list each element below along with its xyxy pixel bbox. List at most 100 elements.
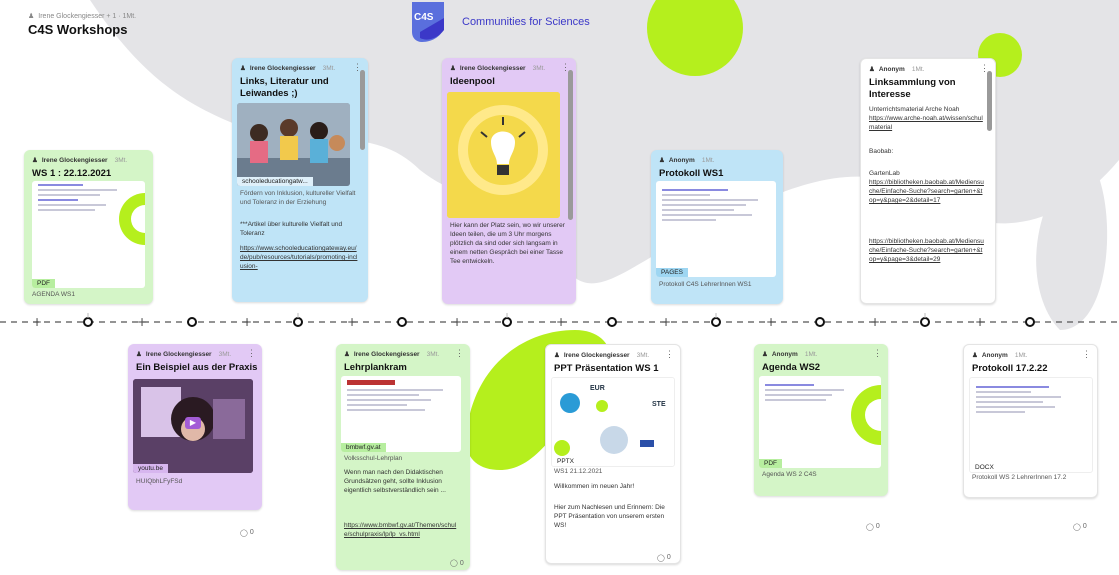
user-icon: ♟ bbox=[240, 65, 246, 72]
post-link[interactable]: https://www.bmbwf.gv.at/Themen/schule/sc… bbox=[344, 521, 460, 539]
post-author: ♟ Irene Glockengiesser 3Mt. bbox=[450, 64, 546, 73]
post-lehrplankram[interactable]: ♟ Irene Glockengiesser 3Mt. ⋮ Lehrplankram… bbox=[336, 344, 470, 570]
post-author: ♟ Irene Glockengiesser 3Mt. bbox=[554, 351, 650, 360]
pdf-preview[interactable]: PDF bbox=[32, 181, 145, 288]
post-text: Hier kann der Platz sein, wo wir unserer… bbox=[450, 222, 565, 265]
post-ppt[interactable]: ♟ Irene Glockengiesser 3Mt. ⋮ PPT Präsenta… bbox=[545, 344, 681, 564]
post-text: Willkommen im neuen Jahr! bbox=[554, 483, 635, 490]
scrollbar[interactable] bbox=[568, 70, 573, 220]
board-title: C4S Workshops bbox=[28, 22, 128, 37]
post-author: ♟ Irene Glockengiesser 3Mt. bbox=[32, 156, 128, 165]
more-menu-icon[interactable]: ⋮ bbox=[247, 348, 256, 359]
post-title: Lehrplankram bbox=[344, 362, 407, 373]
post-title: Ideenpool bbox=[450, 76, 495, 87]
logo: C4S Communities for Sciences bbox=[410, 2, 590, 42]
comment-icon: ◯ bbox=[240, 529, 248, 537]
post-text: Baobab: bbox=[869, 148, 894, 155]
post-author: ♟ Irene Glockengiesser 3Mt. bbox=[136, 350, 232, 359]
post-beispiel[interactable]: ♟ Irene Glockengiesser 3Mt. ⋮ Ein Beispiel… bbox=[128, 344, 262, 510]
post-link[interactable]: https://bibliotheken.baobab.at/Mediensuc… bbox=[869, 237, 985, 282]
board-meta: ♟ Irene Glockengiesser + 1 · 1Mt. bbox=[28, 12, 137, 21]
post-protokoll-1722[interactable]: ♟ Anonym 1Mt. ⋮ Protokoll 17.2.22 DOCX Pro… bbox=[963, 344, 1098, 498]
post-link[interactable]: https://www.schooleducationgateway.eu/de… bbox=[240, 244, 358, 284]
file-type-badge: PDF bbox=[32, 279, 55, 288]
post-text: Wenn man nach den Didaktischen Grundsätz… bbox=[344, 469, 446, 494]
file-type-badge: PDF bbox=[759, 459, 782, 468]
comment-icon: ◯ bbox=[866, 523, 874, 531]
user-icon: ♟ bbox=[869, 66, 875, 73]
play-icon[interactable]: ▶ bbox=[185, 417, 201, 429]
user-icon: ♟ bbox=[28, 13, 35, 20]
post-title: Agenda WS2 bbox=[762, 362, 821, 373]
post-title: Protokoll 17.2.22 bbox=[972, 363, 1048, 374]
post-caption: Protokoll WS 2 LehrerInnen 17.2 bbox=[972, 474, 1067, 481]
svg-text:EUR: EUR bbox=[590, 385, 605, 392]
user-icon: ♟ bbox=[136, 351, 142, 358]
lightbulb-image[interactable] bbox=[447, 92, 560, 218]
more-menu-icon[interactable]: ⋮ bbox=[455, 348, 464, 359]
post-caption: HUIQbhLFyFSd bbox=[136, 478, 183, 485]
comment-icon: ◯ bbox=[657, 554, 665, 562]
svg-text:+: + bbox=[32, 315, 42, 329]
post-author: ♟ Anonym 1Mt. bbox=[869, 65, 925, 74]
pdf-preview[interactable]: PDF bbox=[759, 376, 881, 468]
post-ideenpool[interactable]: ♟ Irene Glockengiesser 3Mt. ⋮ Ideenpool Hi… bbox=[442, 58, 576, 304]
post-title: PPT Präsentation WS 1 bbox=[554, 363, 659, 374]
post-protokoll-ws1[interactable]: ♟ Anonym 1Mt. Protokoll WS1 PAGES Protokol… bbox=[651, 150, 783, 304]
post-ws1[interactable]: ♟ Irene Glockengiesser 3Mt. WS 1 : 22.12.2… bbox=[24, 150, 153, 304]
link-domain-badge: bmbwf.gv.at bbox=[341, 443, 386, 452]
post-title: Links, Literatur und Leiwandes ;) bbox=[240, 76, 329, 99]
more-menu-icon[interactable]: ⋮ bbox=[665, 349, 674, 360]
post-author: ♟ Irene Glockengiesser 3Mt. bbox=[240, 64, 336, 73]
video-preview[interactable]: ▶ youtu.be bbox=[133, 379, 253, 473]
post-text: GartenLab bbox=[869, 170, 900, 177]
file-type-badge: PAGES bbox=[656, 268, 688, 277]
comment-icon: ◯ bbox=[1073, 523, 1081, 531]
website-preview[interactable]: bmbwf.gv.at bbox=[341, 376, 461, 452]
document-preview[interactable]: PAGES bbox=[656, 181, 776, 277]
document-preview[interactable]: DOCX bbox=[969, 377, 1093, 473]
scrollbar[interactable] bbox=[987, 71, 992, 131]
post-caption: Agenda WS 2 C4S bbox=[762, 471, 817, 478]
comment-button[interactable]: ◯0 bbox=[1073, 483, 1109, 570]
post-author: ♟ Anonym 1Mt. bbox=[659, 156, 715, 165]
link-preview-image[interactable]: schooleducationgatw... bbox=[237, 103, 350, 186]
post-link[interactable]: https://bibliotheken.baobab.at/Mediensuc… bbox=[869, 178, 985, 205]
user-icon: ♟ bbox=[972, 352, 978, 359]
post-title: Ein Beispiel aus der Praxis bbox=[136, 362, 258, 373]
more-menu-icon[interactable]: ⋮ bbox=[873, 348, 882, 359]
post-title: Linksammlung von Interesse bbox=[869, 77, 956, 100]
post-caption: Protokoll C4S LehrerInnen WS1 bbox=[659, 281, 752, 288]
user-icon: ♟ bbox=[344, 351, 350, 358]
file-type-badge: PPTX bbox=[552, 457, 579, 466]
user-icon: ♟ bbox=[659, 157, 665, 164]
post-caption: WS1 21.12.2021 bbox=[554, 468, 603, 475]
post-linksammlung[interactable]: ♟ Anonym 1Mt. ⋮ Linksammlung von Interesse… bbox=[860, 58, 996, 304]
comment-icon: ◯ bbox=[450, 560, 458, 567]
user-icon: ♟ bbox=[554, 352, 560, 359]
post-title: Protokoll WS1 bbox=[659, 168, 724, 179]
post-link[interactable]: https://www.arche-noah.at/wissen/schulma… bbox=[869, 114, 985, 132]
link-description: Fördern von Inklusion, kultureller Vielf… bbox=[240, 190, 356, 206]
link-domain-badge: schooleducationgatw... bbox=[237, 177, 313, 186]
post-author: ♟ Irene Glockengiesser 3Mt. bbox=[344, 350, 440, 359]
link-domain-badge: youtu.be bbox=[133, 464, 168, 473]
user-icon: ♟ bbox=[450, 65, 456, 72]
user-icon: ♟ bbox=[762, 351, 768, 358]
user-icon: ♟ bbox=[32, 157, 38, 164]
post-author: ♟ Anonym 1Mt. bbox=[762, 350, 818, 359]
svg-text:STE: STE bbox=[652, 401, 666, 408]
post-agenda-ws2[interactable]: ♟ Anonym 1Mt. ⋮ Agenda WS2 PDF Agenda WS 2… bbox=[754, 344, 888, 496]
file-type-badge: DOCX bbox=[970, 463, 999, 472]
post-title: WS 1 : 22.12.2021 bbox=[32, 168, 112, 179]
post-caption: AGENDA WS1 bbox=[32, 291, 75, 298]
c4s-logo-icon: C4S bbox=[410, 2, 454, 42]
post-links[interactable]: ♟ Irene Glockengiesser 3Mt. ⋮ Links, Liter… bbox=[232, 58, 368, 302]
more-menu-icon[interactable]: ⋮ bbox=[1082, 349, 1091, 360]
scrollbar[interactable] bbox=[360, 70, 365, 150]
post-caption: Volksschul-Lehrplan bbox=[344, 455, 403, 462]
presentation-preview[interactable]: EUR STE PPTX bbox=[551, 377, 675, 467]
post-text: ***Artikel über kulturelle Vielfalt und … bbox=[240, 221, 343, 237]
post-text: Unterrichtsmaterial Arche Noah bbox=[869, 106, 960, 113]
post-text: Hier zum Nachlesen und Erinnern: Die PPT… bbox=[554, 504, 665, 529]
